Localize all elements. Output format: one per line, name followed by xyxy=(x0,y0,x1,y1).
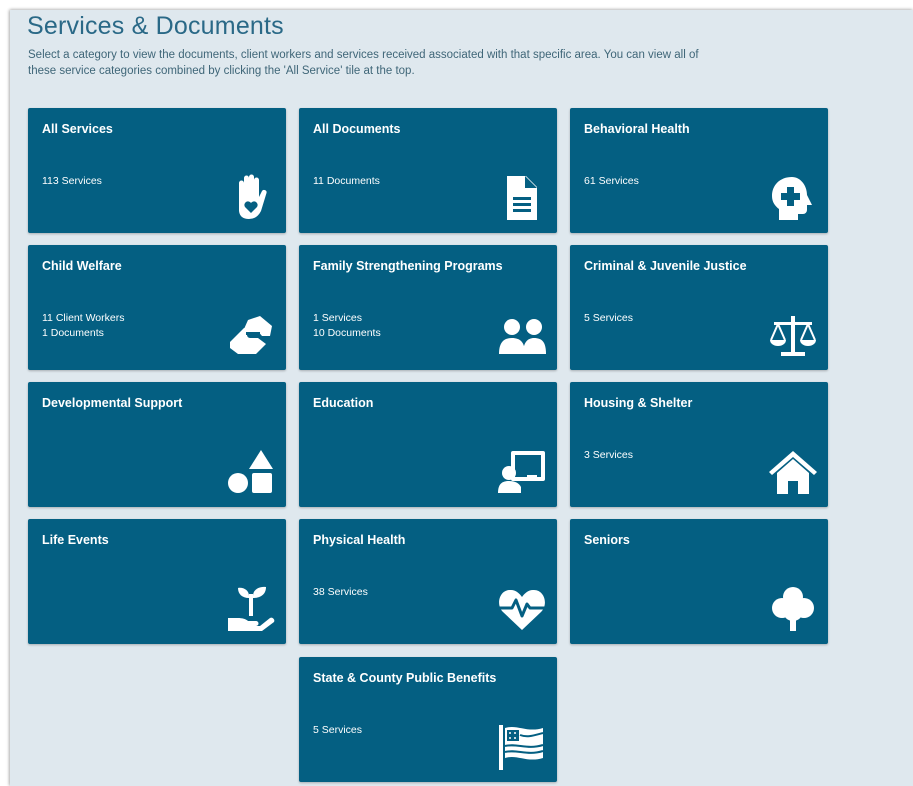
tile-count: 5 Services xyxy=(313,724,363,736)
hand-heart-icon xyxy=(226,173,276,223)
tile-all-services[interactable]: All Services 113 Services xyxy=(28,108,286,233)
tile-count: 3 Services xyxy=(584,449,634,461)
tile-life-events[interactable]: Life Events xyxy=(28,519,286,644)
seedling-hand-icon xyxy=(226,584,276,634)
page-description: Select a category to view the documents,… xyxy=(28,49,699,77)
tree-icon xyxy=(768,584,818,634)
tile-title: Life Events xyxy=(42,533,109,547)
tile-title: All Services xyxy=(42,122,113,136)
tile-all-documents[interactable]: All Documents 11 Documents xyxy=(299,108,557,233)
tile-count: 11 Documents xyxy=(313,175,380,187)
tile-title: Criminal & Juvenile Justice xyxy=(584,259,747,273)
tile-seniors[interactable]: Seniors xyxy=(570,519,828,644)
tile-title: Developmental Support xyxy=(42,396,183,410)
document-icon xyxy=(497,173,547,223)
tile-title: Housing & Shelter xyxy=(584,396,693,410)
handshake-icon xyxy=(226,310,276,360)
heart-pulse-icon xyxy=(497,584,547,634)
tile-title: Behavioral Health xyxy=(584,122,690,136)
tile-criminal-juvenile-justice[interactable]: Criminal & Juvenile Justice 5 Services xyxy=(570,245,828,370)
tile-count: 5 Services xyxy=(584,312,634,324)
tile-developmental-support[interactable]: Developmental Support xyxy=(28,382,286,507)
tile-housing-shelter[interactable]: Housing & Shelter 3 Services xyxy=(570,382,828,507)
tile-child-welfare[interactable]: Child Welfare 11 Client Workers 1 Docume… xyxy=(28,245,286,370)
tile-title: Child Welfare xyxy=(42,259,122,273)
tile-physical-health[interactable]: Physical Health 38 Services xyxy=(299,519,557,644)
tile-title: All Documents xyxy=(313,122,401,136)
flag-icon xyxy=(497,722,547,772)
tile-count: 113 Services xyxy=(42,175,102,187)
tile-title: Family Strengthening Programs xyxy=(313,259,503,273)
page-title: Services & Documents xyxy=(27,12,284,40)
tile-documents: 1 Documents xyxy=(42,327,104,339)
tile-title: Education xyxy=(313,396,374,410)
house-icon xyxy=(768,447,818,497)
tile-count: 38 Services xyxy=(313,586,368,598)
tile-count: 61 Services xyxy=(584,175,639,187)
tile-client-workers: 11 Client Workers xyxy=(42,312,125,324)
tile-services: 1 Services xyxy=(313,312,363,324)
tile-education[interactable]: Education xyxy=(299,382,557,507)
head-medical-icon xyxy=(768,173,818,223)
tile-title: Physical Health xyxy=(313,533,406,547)
tile-documents: 10 Documents xyxy=(313,327,381,339)
tile-behavioral-health[interactable]: Behavioral Health 61 Services xyxy=(570,108,828,233)
scale-icon xyxy=(768,310,818,360)
tile-title: State & County Public Benefits xyxy=(313,671,497,685)
shapes-icon xyxy=(226,447,276,497)
tile-family-strengthening[interactable]: Family Strengthening Programs 1 Services… xyxy=(299,245,557,370)
tile-title: Seniors xyxy=(584,533,630,547)
users-icon xyxy=(497,310,547,360)
services-panel: Services & Documents Select a category t… xyxy=(10,10,913,786)
teacher-board-icon xyxy=(497,447,547,497)
tile-public-benefits[interactable]: State & County Public Benefits 5 Service… xyxy=(299,657,557,782)
